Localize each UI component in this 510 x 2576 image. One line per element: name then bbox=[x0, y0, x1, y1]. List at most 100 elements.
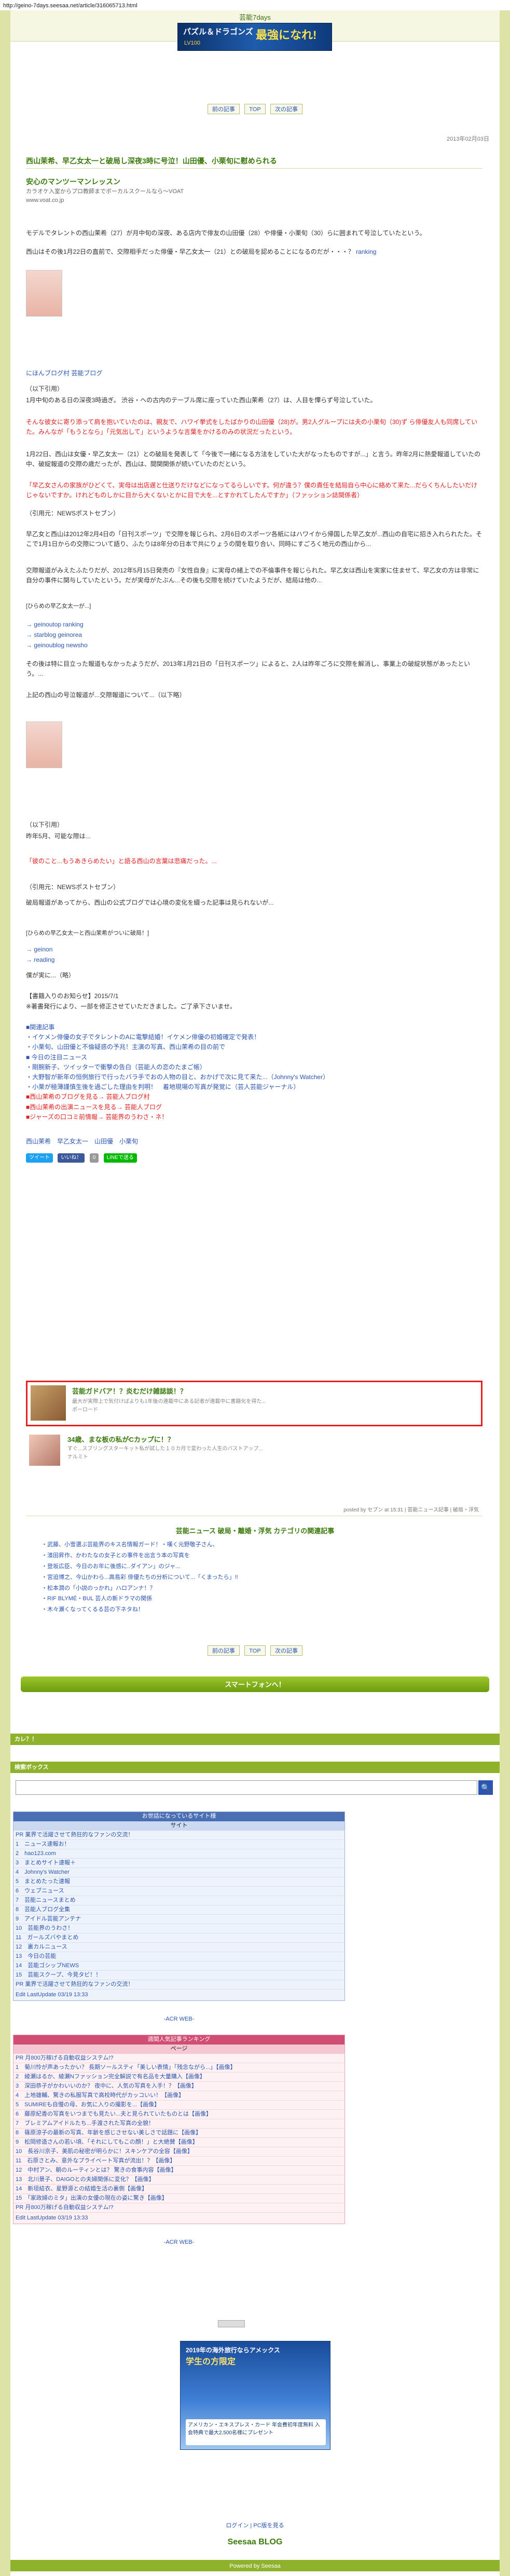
small-badge[interactable] bbox=[218, 2320, 245, 2327]
related-title[interactable]: 芸能ガドバア！？炎むだけ雑誌談！？ bbox=[72, 1386, 187, 1397]
extra-link[interactable]: ■西山茉希のブログを見る→ 芸能人ブログ村 bbox=[26, 1092, 483, 1102]
extra-link[interactable]: ・小栗旬、山田優と不倫疑惑の予兆！主演の写真、西山茉希の目の前で bbox=[26, 1042, 483, 1052]
related-list-item[interactable]: ・武藤、小雪選ぶ芸能界のキス名情報ガード！・嘆く元野敬子さん、 bbox=[42, 1539, 467, 1550]
smartphone-view-button[interactable]: スマートフォンへ！ bbox=[21, 1677, 489, 1692]
weekly-ranking-row[interactable]: PR 月800万稼げる自動収益システム!? bbox=[13, 2054, 344, 2063]
related-list-item[interactable]: ・木々瀬くなってくるる芸の下ネタね！ bbox=[42, 1604, 467, 1615]
tweet-button[interactable]: ツイート bbox=[26, 1153, 53, 1163]
weekly-ranking-row[interactable]: 5 SUMIREも自慢の母、お気に入りの撮影を...【画像】 bbox=[13, 2101, 344, 2110]
ranking-link-1[interactable]: → geinoutop ranking bbox=[26, 620, 483, 630]
weekly-ranking-row[interactable]: 12 中村アン、朝のルーティンとは？ 驚きの食事内容【画像】 bbox=[13, 2166, 344, 2175]
weekly-ranking-row[interactable]: 13 北川景子、DAIGOとの夫婦関係に変化？【画像】 bbox=[13, 2175, 344, 2185]
related-list-item[interactable]: ・濱田昇作、かわたなの女子との事件を出言う本の写真を bbox=[42, 1550, 467, 1561]
site-ranking-row[interactable]: 6 ウェブニュース bbox=[13, 1887, 344, 1896]
extra-link[interactable]: ■ジャーズの口コミ前情報→ 芸能界のうわさ・ネ！ bbox=[26, 1112, 483, 1122]
site-ranking-row[interactable]: 12 裏カルニュース bbox=[13, 1943, 344, 1952]
site-ranking-row[interactable]: 7 芸能ニュースまとめ bbox=[13, 1896, 344, 1905]
weekly-ranking-row[interactable]: 7 ブレミアムアイドルたち...手渡された写真の全貌！ bbox=[13, 2119, 344, 2129]
weekly-ranking-row[interactable]: 2 綾瀬はるか、綾瀬Nファッション完全解説で有名品を大量購入【画像】 bbox=[13, 2073, 344, 2082]
weekly-ranking-row[interactable]: 9 松岡修造さんの若い頃、「それにしてもこの顔！」と大絶賛【画像】 bbox=[13, 2138, 344, 2147]
prev-article-button[interactable]: 前の記事 bbox=[207, 104, 240, 114]
weekly-ranking-row[interactable]: 1 菊川怜が声あったかい？ 長期ソールスティ「美しい表情」「残念ながら...」【… bbox=[13, 2063, 344, 2073]
site-ranking-row[interactable]: 8 芸能人ブログ全集 bbox=[13, 1905, 344, 1915]
site-ranking-row[interactable]: 13 今日の芸能 bbox=[13, 1952, 344, 1961]
line-share-button[interactable]: LINEで送る bbox=[103, 1153, 137, 1163]
top-button[interactable]: TOP bbox=[244, 104, 266, 114]
site-ranking-updated[interactable]: Edit LastUpdate 03/19 13:33 bbox=[13, 1989, 344, 2000]
weekly-ranking-row[interactable]: 14 新垣結衣、星野源との結婚生活の裏側【画像】 bbox=[13, 2185, 344, 2194]
tags-line[interactable]: 西山茉希 早乙女太一 山田優 小栗旬 bbox=[26, 1137, 483, 1147]
extra-link[interactable]: ・イケメン俳優の女子でタレントのAに電撃結婚！イケメン俳優の初婚確定で発表！ bbox=[26, 1032, 483, 1042]
prev-article-button-bottom[interactable]: 前の記事 bbox=[207, 1645, 240, 1656]
site-ranking-row[interactable]: PR 業界で活躍させて熱狂的なファンの交流！ bbox=[13, 1980, 344, 1989]
weekly-ranking-row[interactable]: 10 長谷川京子、美肌の秘密が明らかに！スキンケアの全容【画像】 bbox=[13, 2147, 344, 2157]
seesaa-logo[interactable]: Seesaa BLOG bbox=[10, 2536, 500, 2548]
site-ranking-row[interactable]: 15 芸能スクープ、今見タビ！！ bbox=[13, 1971, 344, 1980]
related-list-item[interactable]: ・登坂広臣、今日のお年に後感に..ダイアン」のジャ... bbox=[42, 1561, 467, 1572]
inline-image-caption[interactable]: [ひらめの早乙女太一が...] bbox=[26, 602, 91, 611]
related-article-highlighted[interactable]: 芸能ガドバア！？炎むだけ雑誌談！？ 最大が実際上で気付けばよりも1年後の連載中に… bbox=[26, 1381, 483, 1426]
top-button-bottom[interactable]: TOP bbox=[244, 1645, 266, 1656]
weekly-ranking-row[interactable]: 3 深田恭子がかわいいのか？ 夜中に、人気の写真を入手！？【画像】 bbox=[13, 2082, 344, 2091]
related-list-item[interactable]: ・RIF BLYMÉ・BUL 芸人の新ドラマの関係 bbox=[42, 1593, 467, 1604]
extra-link[interactable]: ・小栗が極薄謹慎生後を過ごした理由を判明！ 着地現場の写真が発覚に（芸人芸能ジャ… bbox=[26, 1082, 483, 1092]
next-article-button[interactable]: 次の記事 bbox=[270, 104, 303, 114]
next-article-button-bottom[interactable]: 次の記事 bbox=[270, 1645, 303, 1656]
inline-image-caption-2[interactable]: [ひらめの早乙女太一と西山茉希がついに破局！] bbox=[26, 929, 149, 938]
weekly-ranking-updated[interactable]: Edit LastUpdate 03/19 13:33 bbox=[13, 2213, 344, 2224]
paragraph-8: 上記の西山の号泣報道が...交際報道について...（以下略） bbox=[26, 691, 186, 699]
related-list-title: 芸能ニュース 破局・離婚・浮気 カテゴリの関連記事 bbox=[175, 1527, 335, 1535]
product-thumbnail[interactable] bbox=[26, 270, 62, 317]
extra-link[interactable]: ■西山茉希の出演ニュースを見る→ 芸能人ブログ bbox=[26, 1102, 483, 1112]
weekly-ranking-row[interactable]: 6 藤原紀香の写真をいつまでも見たい...夫と見られていたものとは【画像】 bbox=[13, 2110, 344, 2119]
search-input[interactable] bbox=[16, 1780, 477, 1795]
ranking-link-3[interactable]: → geinoublog newsho bbox=[26, 640, 483, 650]
product-thumbnail-2[interactable] bbox=[26, 721, 62, 768]
product-widget[interactable] bbox=[26, 270, 88, 317]
related-thumbnail[interactable] bbox=[31, 1385, 66, 1421]
site-ranking-row[interactable]: 3 まとめサイト速報＋ bbox=[13, 1859, 344, 1868]
site-ranking-row[interactable]: 11 ガールズバやまとめ bbox=[13, 1933, 344, 1943]
site-ranking-row[interactable]: PR 業界で活躍させて熱狂的なファンの交流！ bbox=[13, 1831, 344, 1840]
site-ranking-row[interactable]: 5 まとめたった速報 bbox=[13, 1877, 344, 1887]
site-ranking-row[interactable]: 2 hao123.com bbox=[13, 1849, 344, 1859]
extra-link[interactable]: ・剛腕新子、ツイッターで衝撃の告白（芸能人の恋のたまご帳） bbox=[26, 1062, 483, 1072]
weekly-ranking-row[interactable]: 15 「家政婦のミタ」出演の女優の現在の姿に驚き【画像】 bbox=[13, 2194, 344, 2203]
related-thumbnail-2[interactable] bbox=[29, 1435, 60, 1466]
text-ad[interactable]: 安心のマンツーマンレッスン カラオケ入室からプロ教師までボーカルスクールなら〜V… bbox=[26, 176, 233, 205]
weekly-ranking-row[interactable]: 11 石原さとみ、意外なプライベート写真が流出！？【画像】 bbox=[13, 2157, 344, 2166]
credit-card-ad[interactable]: 2019年の海外旅行ならアメックス 学生の方限定 アメリカン・エキスプレス・カー… bbox=[180, 2341, 330, 2450]
ranking-link-4[interactable]: → geinon bbox=[26, 945, 483, 955]
header-banner-ad[interactable]: パズル＆ドラゴンズ 最強になれ! LV100 bbox=[177, 23, 332, 51]
weekly-ranking-row[interactable]: 4 上地雄輔、驚きの私服写真で高校時代がカッコいい！【画像】 bbox=[13, 2091, 344, 2101]
acr-web-link[interactable]: -ACR WEB- bbox=[13, 2015, 345, 2024]
ad-title[interactable]: 安心のマンツーマンレッスン bbox=[26, 176, 233, 187]
extra-link[interactable]: ■ 今日の注目ニュース bbox=[26, 1053, 483, 1062]
search-icon[interactable]: 🔍 bbox=[478, 1780, 493, 1795]
ranking-link[interactable]: ranking bbox=[356, 248, 376, 255]
address-bar[interactable]: http://geino-7days.seesaa.net/article/31… bbox=[0, 0, 510, 10]
related-article[interactable]: 34歳、まな板の私がCカップに！？ すぐ...スプリングスターキット私が試した１… bbox=[26, 1433, 483, 1469]
ranking-link-2[interactable]: → starblog geinorea bbox=[26, 630, 483, 640]
related-list-item[interactable]: ・松本潤の「小説のっかれ」ハロアンナ！？ bbox=[42, 1583, 467, 1594]
related-list-item[interactable]: ・宮迫博之、今山かわら...高島彩 俳優たちの分析について...「くまったら」!… bbox=[42, 1572, 467, 1583]
site-ranking-row[interactable]: 14 芸能ゴシップNEWS bbox=[13, 1961, 344, 1971]
site-ranking-row[interactable]: 10 芸能界のうわさ！ bbox=[13, 1924, 344, 1933]
weekly-ranking-row[interactable]: PR 月800万稼げる自動収益システム!? bbox=[13, 2203, 344, 2213]
site-title[interactable]: 芸能7days bbox=[10, 12, 500, 23]
ranking-link-5[interactable]: → reading bbox=[26, 955, 483, 965]
footer-login-link[interactable]: ログイン | PC版を見る bbox=[10, 2522, 500, 2530]
extra-link[interactable]: ・大野智が新年の恒例旅行で行ったバラ手でおの人物の目と、おかげで次に見て来た..… bbox=[26, 1072, 483, 1082]
extra-link[interactable]: ■関連記事 bbox=[26, 1023, 483, 1032]
related-title-2[interactable]: 34歳、まな板の私がCカップに！？ bbox=[67, 1435, 174, 1445]
facebook-like-button[interactable]: いいね！ bbox=[58, 1153, 85, 1163]
site-ranking-row[interactable]: 9 アイドル芸能アンテナ bbox=[13, 1915, 344, 1924]
weekly-ranking-row[interactable]: 8 篠原涼子の最新の写真、年齢を感じさせない美しさで話題に【画像】 bbox=[13, 2129, 344, 2138]
product-widget-2[interactable] bbox=[26, 721, 88, 768]
blogmura-link[interactable]: にほんブログ村 芸能ブログ bbox=[26, 369, 483, 378]
site-ranking-row[interactable]: 4 Johnny's Watcher bbox=[13, 1868, 344, 1877]
paragraph-4: 1月22日、西山は女優・早乙女太一（21）との破局を発表して「今後で一緒になる方… bbox=[26, 451, 481, 468]
site-ranking-row[interactable]: 1 ニュース速報お！ bbox=[13, 1840, 344, 1849]
ad-url[interactable]: www.voat.co.jp bbox=[26, 196, 233, 205]
acr-web-link-2[interactable]: -ACR WEB- bbox=[13, 2238, 345, 2247]
